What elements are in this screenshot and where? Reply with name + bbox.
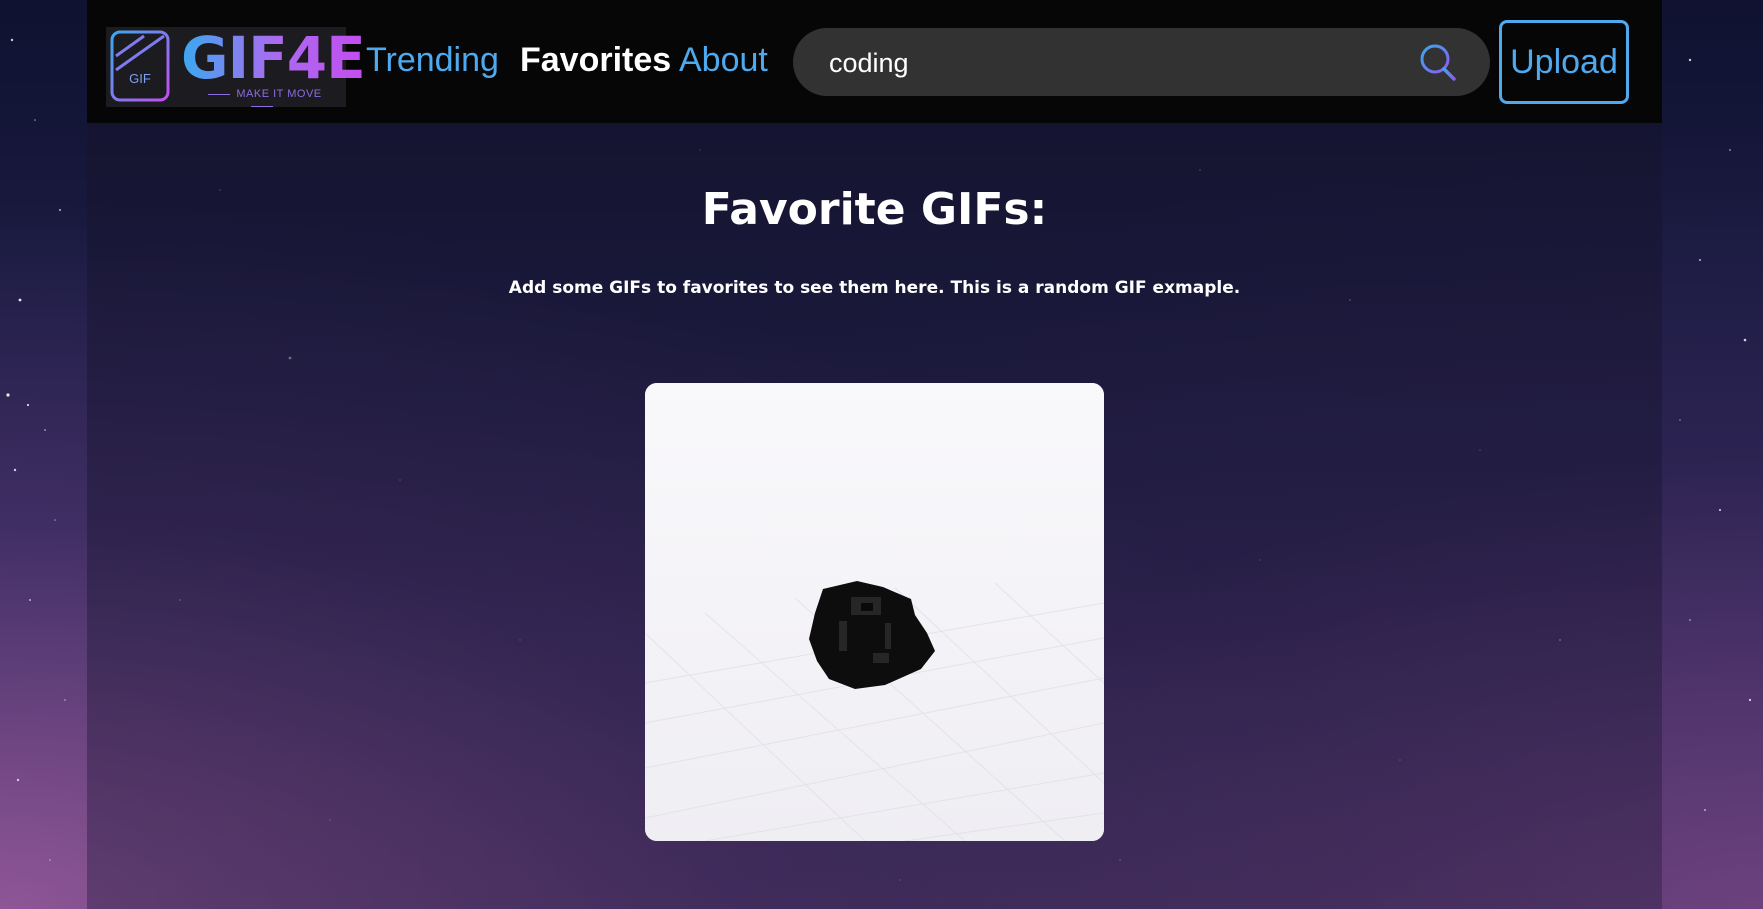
- page-subtitle: Add some GIFs to favorites to see them h…: [508, 278, 1241, 298]
- nav-favorites[interactable]: Favorites: [520, 38, 671, 82]
- page-title: Favorite GIFs:: [701, 184, 1048, 235]
- gif-badge-label: GIF: [129, 71, 151, 86]
- upload-button[interactable]: Upload: [1499, 20, 1629, 104]
- search-icon[interactable]: [1417, 42, 1457, 82]
- logo-tagline: MAKE IT MOVE: [188, 88, 336, 112]
- nav-about[interactable]: About: [679, 38, 768, 82]
- site-header: GIF GIF4E MAKE IT MOVE Trending Favorite…: [87, 0, 1662, 123]
- search-bar: [793, 28, 1490, 96]
- logo-wordmark: GIF4E: [181, 24, 366, 92]
- brand-logo[interactable]: GIF GIF4E MAKE IT MOVE: [106, 27, 366, 107]
- search-input[interactable]: [827, 40, 1391, 86]
- gif-card[interactable]: [645, 383, 1104, 841]
- gif-badge-icon: GIF: [110, 30, 170, 102]
- voxel-object-gif: [645, 383, 1104, 841]
- nav-trending[interactable]: Trending: [366, 38, 499, 82]
